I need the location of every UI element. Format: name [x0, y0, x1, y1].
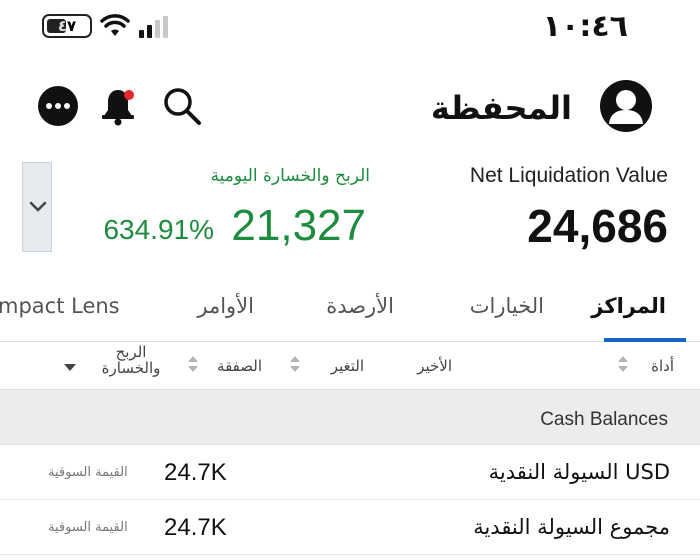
user-avatar-icon[interactable]: [600, 80, 652, 132]
search-icon[interactable]: [162, 86, 202, 130]
sort-icon[interactable]: [618, 356, 628, 372]
column-last[interactable]: الأخير: [417, 356, 452, 376]
section-title: Cash Balances: [540, 409, 668, 430]
row-instrument: السيولة النقدية USD: [488, 460, 670, 484]
wifi-icon: [100, 14, 130, 36]
collapse-toggle[interactable]: [22, 162, 52, 252]
battery-icon: ٤٧: [42, 14, 92, 38]
column-pnl[interactable]: الربح والخسارة: [90, 344, 172, 376]
status-bar: ٤٧ ١٠:٤٦: [0, 0, 700, 56]
row-note: القيمة السوقية: [48, 520, 128, 535]
sort-desc-icon[interactable]: [64, 364, 76, 371]
row-value: 24.7K: [164, 514, 227, 541]
table-row[interactable]: مجموع السيولة النقدية 24.7K القيمة السوق…: [0, 501, 700, 555]
row-value: 24.7K: [164, 459, 227, 486]
tab-options[interactable]: الخيارات: [470, 290, 544, 322]
tab-balances[interactable]: الأرصدة: [326, 290, 394, 322]
sort-icon[interactable]: [290, 356, 300, 372]
app-header: المحفظة: [0, 72, 700, 142]
tab-orders[interactable]: الأوامر: [197, 290, 254, 322]
notification-dot: [124, 90, 134, 100]
column-change[interactable]: التغير: [331, 356, 364, 376]
row-note: القيمة السوقية: [48, 465, 128, 480]
section-header: Cash Balances: [0, 389, 700, 445]
tab-positions[interactable]: المراكز: [591, 290, 666, 322]
net-liquidation-value: 24,686: [527, 200, 668, 252]
column-trade[interactable]: الصفقة: [217, 356, 262, 376]
table-row[interactable]: السيولة النقدية USD 24.7K القيمة السوقية: [0, 446, 700, 500]
portfolio-tabs: المراكز الخيارات الأرصدة الأوامر mpact L…: [0, 282, 700, 342]
tab-impact-lens[interactable]: mpact Lens: [0, 290, 120, 322]
more-icon[interactable]: [38, 86, 78, 126]
page-title: المحفظة: [430, 89, 572, 127]
signal-icon: [139, 16, 168, 38]
clock: ١٠:٤٦: [542, 9, 628, 44]
table-header: أداة الأخير التغير الصفقة الربح والخسارة: [0, 342, 700, 388]
row-instrument: مجموع السيولة النقدية: [473, 515, 670, 539]
account-summary: الربح والخسارة اليومية 21,327 634.91% Ne…: [0, 158, 700, 258]
daily-pnl-label: الربح والخسارة اليومية: [210, 166, 370, 186]
column-instrument[interactable]: أداة: [651, 356, 674, 376]
net-liquidation-label: Net Liquidation Value: [469, 164, 668, 187]
bell-icon[interactable]: [100, 86, 136, 130]
battery-percent: ٤٧: [57, 17, 77, 35]
chevron-down-icon: [29, 201, 47, 212]
sort-icon[interactable]: [188, 356, 198, 372]
daily-pnl-value: 21,327: [231, 201, 366, 250]
daily-pnl-percent: 634.91%: [103, 214, 214, 245]
